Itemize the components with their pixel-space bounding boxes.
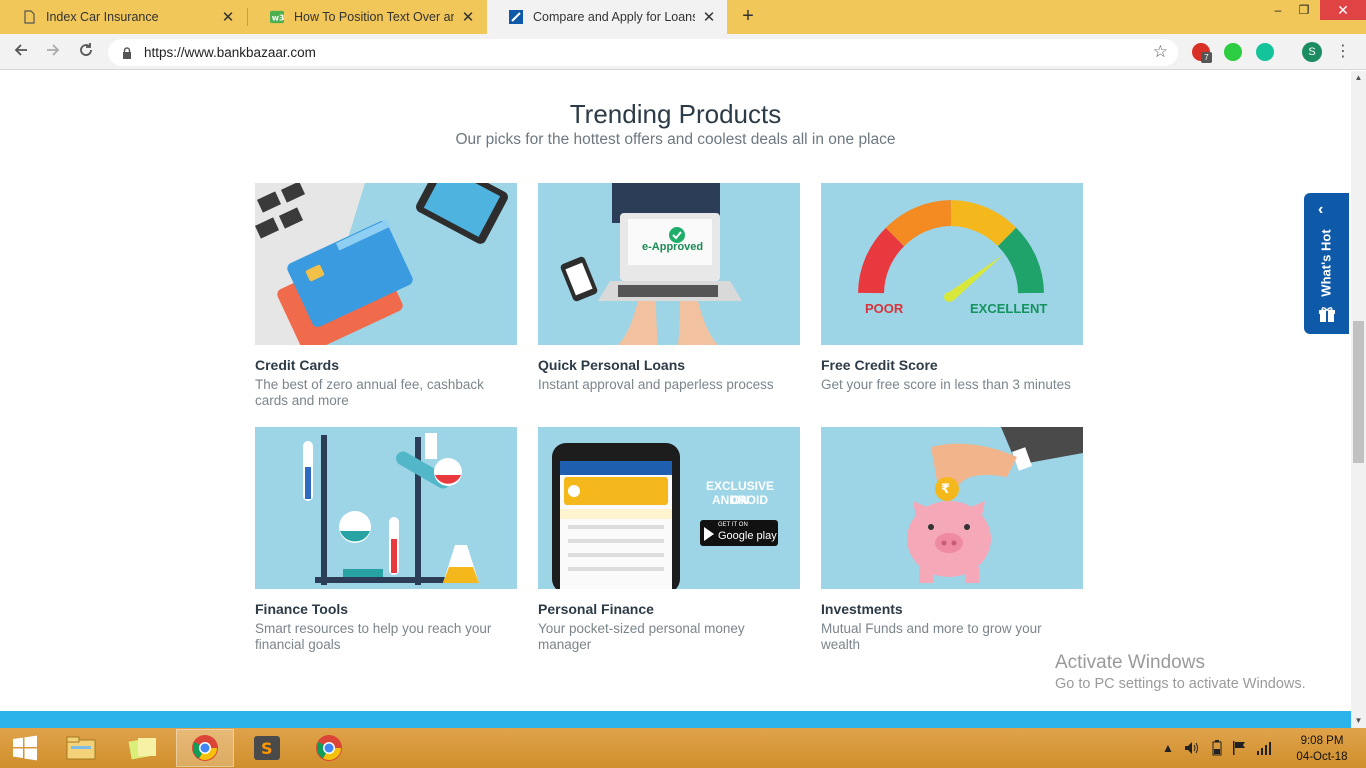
- card-title[interactable]: Finance Tools: [255, 601, 517, 617]
- browser-toolbar: https://www.bankbazaar.com ☆ 7 S ⋮: [0, 34, 1366, 70]
- activate-windows-subtitle: Go to PC settings to activate Windows.: [1055, 676, 1306, 692]
- tab-w3schools[interactable]: w3 How To Position Text Over an Im ✕: [248, 0, 486, 34]
- google-play-small: GET IT ON: [718, 522, 748, 528]
- product-card-personal-loans[interactable]: e-Approved Quick Personal Loans Instant …: [538, 183, 800, 393]
- bankbazaar-icon: [509, 10, 523, 24]
- tab-close-button[interactable]: ✕: [460, 8, 476, 26]
- page-scrollbar[interactable]: ▲ ▼: [1351, 71, 1366, 728]
- tab-title: How To Position Text Over an Im: [294, 10, 454, 24]
- chrome-taskbar-icon[interactable]: [300, 729, 358, 767]
- card-description: Get your free score in less than 3 minut…: [821, 377, 1071, 392]
- clock-time: 9:08 PM: [1300, 735, 1344, 747]
- whats-hot-label: What's Hot: [1318, 229, 1334, 297]
- whats-hot-tab[interactable]: ‹ What's Hot: [1304, 193, 1349, 334]
- window-close-button[interactable]: ✕: [1320, 0, 1366, 20]
- card-title[interactable]: Quick Personal Loans: [538, 357, 800, 373]
- extension-icon-lastpass[interactable]: [1224, 43, 1242, 61]
- sticky-notes-icon[interactable]: [114, 729, 172, 767]
- activate-windows-title: Activate Windows: [1055, 652, 1205, 673]
- product-card-credit-score[interactable]: POOR EXCELLENT Free Credit Score Get you…: [821, 183, 1083, 393]
- scroll-down-icon[interactable]: ▼: [1351, 714, 1366, 728]
- card-title[interactable]: Free Credit Score: [821, 357, 1083, 373]
- credit-score-gauge: POOR EXCELLENT: [821, 183, 1083, 345]
- footer-accent-bar: [0, 711, 1351, 728]
- tab-strip: Index Car Insurance ✕ w3 How To Position…: [0, 0, 1366, 34]
- card-description: Instant approval and paperless process: [538, 377, 774, 392]
- laptop-approval-illustration: e-Approved: [538, 183, 800, 345]
- svg-text:w3: w3: [272, 14, 284, 23]
- extension-badge: 7: [1201, 52, 1212, 63]
- section-title: Trending Products: [569, 99, 782, 129]
- profile-avatar[interactable]: S: [1302, 42, 1322, 62]
- network-signal-icon[interactable]: [1256, 728, 1272, 768]
- card-description: Mutual Funds and more to grow your wealt…: [821, 621, 1042, 652]
- taskbar-clock[interactable]: 9:08 PM 04-Oct-18: [1287, 733, 1357, 765]
- card-description: Smart resources to help you reach your f…: [255, 621, 492, 652]
- gauge-high-label: EXCELLENT: [970, 301, 1048, 316]
- chevron-left-icon: ‹: [1318, 201, 1324, 218]
- scrollbar-thumb[interactable]: [1353, 321, 1364, 463]
- sublime-text-icon[interactable]: S: [238, 729, 296, 767]
- minimize-button[interactable]: –: [1264, 0, 1292, 20]
- page-content: Trending Products Our picks for the hott…: [0, 71, 1351, 711]
- forward-icon[interactable]: [41, 40, 65, 64]
- w3schools-icon: w3: [270, 10, 284, 24]
- battery-icon[interactable]: [1212, 728, 1222, 768]
- card-description: Your pocket-sized personal money manager: [538, 621, 745, 652]
- action-center-flag-icon[interactable]: [1232, 728, 1246, 768]
- product-card-finance-tools[interactable]: Finance Tools Smart resources to help yo…: [255, 427, 517, 653]
- new-tab-button[interactable]: +: [737, 5, 759, 27]
- lock-icon: [120, 46, 134, 60]
- menu-dots-icon[interactable]: ⋮: [1335, 40, 1351, 64]
- file-explorer-icon[interactable]: [52, 729, 110, 767]
- tab-index-car-insurance[interactable]: Index Car Insurance ✕: [0, 0, 246, 34]
- gift-icon: [1319, 307, 1335, 328]
- chrome-taskbar-icon-active[interactable]: [176, 729, 234, 767]
- card-title[interactable]: Personal Finance: [538, 601, 800, 617]
- google-play-badge[interactable]: Google play: [718, 530, 777, 542]
- rupee-coin: ₹: [941, 481, 951, 496]
- bookmark-star-icon[interactable]: ☆: [1153, 42, 1168, 62]
- back-icon[interactable]: [9, 40, 33, 64]
- gauge-low-label: POOR: [865, 301, 904, 316]
- piggy-bank-illustration: ₹: [821, 427, 1083, 589]
- credit-cards-illustration: [255, 183, 517, 345]
- tab-close-button[interactable]: ✕: [220, 8, 236, 26]
- tab-close-button[interactable]: ✕: [701, 8, 717, 26]
- extension-icon-adblock[interactable]: 7: [1192, 43, 1212, 63]
- grammarly-icon[interactable]: [1256, 43, 1274, 61]
- lab-equipment-illustration: [255, 427, 517, 589]
- product-card-credit-cards[interactable]: Credit Cards The best of zero annual fee…: [255, 183, 517, 409]
- windows-taskbar: S ▲ 9:08 PM 04-Oct-18: [0, 728, 1366, 768]
- show-hidden-icons[interactable]: ▲: [1162, 728, 1174, 768]
- windows-start-icon[interactable]: [0, 729, 50, 767]
- product-card-personal-finance[interactable]: EXCLUSIVE ON ANDROID GET IT ON Google pl…: [538, 427, 800, 653]
- document-icon: [22, 10, 36, 24]
- card-description: The best of zero annual fee, cashback ca…: [255, 377, 484, 408]
- card-title[interactable]: Investments: [821, 601, 1083, 617]
- card-title[interactable]: Credit Cards: [255, 357, 517, 373]
- section-subtitle: Our picks for the hottest offers and coo…: [455, 131, 896, 148]
- scroll-up-icon[interactable]: ▲: [1351, 71, 1366, 85]
- maximize-button[interactable]: ❐: [1290, 0, 1318, 20]
- product-card-investments[interactable]: ₹ Investments Mutual Funds and more to g…: [821, 427, 1083, 653]
- phone-app-illustration: EXCLUSIVE ON ANDROID GET IT ON Google pl…: [538, 427, 800, 589]
- volume-icon[interactable]: [1184, 728, 1200, 768]
- tab-title: Index Car Insurance: [46, 10, 159, 24]
- url-text: https://www.bankbazaar.com: [144, 45, 316, 60]
- svg-text:S: S: [261, 739, 273, 758]
- tab-bankbazaar[interactable]: Compare and Apply for Loans, Cr ✕: [487, 0, 727, 34]
- tab-title: Compare and Apply for Loans, Cr: [533, 10, 695, 24]
- reload-icon[interactable]: [74, 40, 98, 64]
- clock-date: 04-Oct-18: [1296, 751, 1348, 763]
- approval-badge: e-Approved: [642, 241, 704, 253]
- address-bar[interactable]: https://www.bankbazaar.com ☆: [108, 39, 1178, 66]
- promo-line-2: ANDROID: [712, 493, 768, 507]
